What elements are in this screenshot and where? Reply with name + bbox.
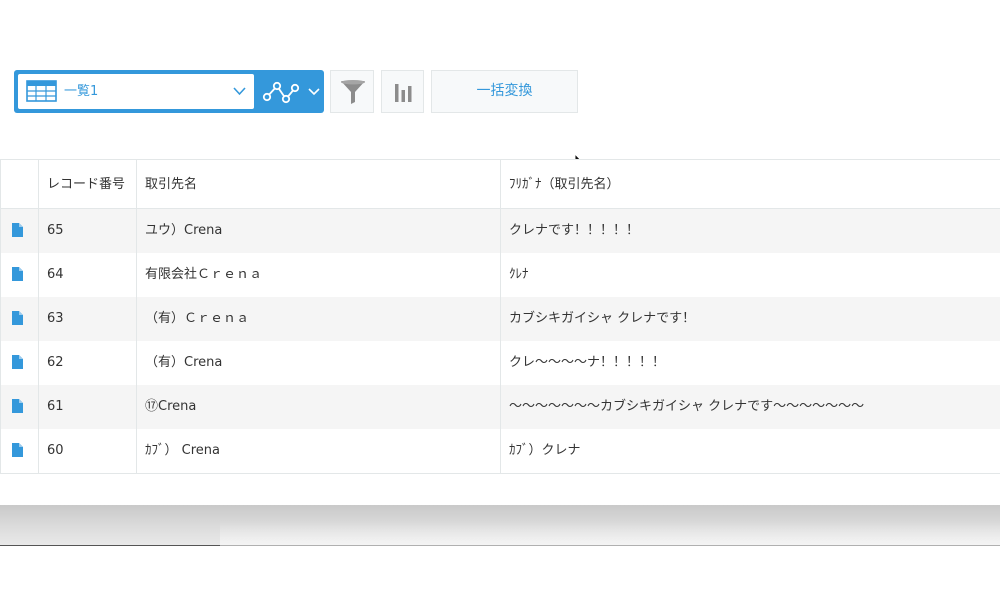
table-row: 65 ユウ）Crena クレナです！！！！！ — [0, 209, 1000, 253]
company-kana-cell: ｶﾌﾞ）クレナ — [509, 443, 581, 458]
record-number-cell: 61 — [39, 385, 137, 429]
view-select-dropdown[interactable]: 一覧1 — [18, 74, 254, 109]
record-detail-cell[interactable] — [0, 385, 39, 429]
company-name-cell: 有限会社Ｃｒｅｎａ — [137, 253, 501, 297]
chevron-down-icon — [233, 87, 246, 96]
graph-menu-button[interactable] — [258, 74, 320, 109]
document-icon[interactable] — [12, 267, 23, 281]
header-company-name[interactable]: 取引先名 — [137, 160, 501, 208]
bulk-convert-button[interactable]: 一括変換 — [431, 70, 578, 113]
header-cell-icon — [0, 160, 39, 208]
company-name-cell: ユウ）Crena — [137, 209, 501, 253]
company-kana-cell: 〜〜〜〜〜〜〜カブシキガイシャ クレナです〜〜〜〜〜〜〜 — [509, 399, 865, 414]
table-row: 64 有限会社Ｃｒｅｎａ ｸﾚﾅ — [0, 253, 1000, 297]
record-number-cell: 60 — [39, 429, 137, 473]
company-name-cell: ｶﾌﾞ） Crena — [137, 429, 501, 473]
header-company-kana[interactable]: ﾌﾘｶﾞﾅ（取引先名） — [501, 160, 1000, 208]
graph-icon — [262, 81, 300, 104]
company-name-cell: ⑰Crena — [137, 385, 501, 429]
record-number-cell: 62 — [39, 341, 137, 385]
document-icon[interactable] — [12, 443, 23, 457]
record-number-cell: 64 — [39, 253, 137, 297]
company-kana-cell: クレナです！！！！！ — [509, 223, 640, 238]
table-row: 62 （有）Crena クレ〜〜〜〜ナ！！！！！ — [0, 341, 1000, 385]
table-row: 61 ⑰Crena 〜〜〜〜〜〜〜カブシキガイシャ クレナです〜〜〜〜〜〜〜 — [0, 385, 1000, 429]
record-number-cell: 63 — [39, 297, 137, 341]
chevron-down-icon — [308, 88, 320, 96]
document-icon[interactable] — [12, 311, 23, 325]
header-record-number[interactable]: レコード番号 — [39, 160, 137, 208]
table-row: 63 （有）Ｃｒｅｎａ カブシキガイシャ クレナです！ — [0, 297, 1000, 341]
bottom-bar — [0, 505, 1000, 546]
company-kana-cell: カブシキガイシャ クレナです！ — [509, 311, 696, 326]
record-detail-cell[interactable] — [0, 253, 39, 297]
view-selector-group: 一覧1 — [14, 70, 324, 113]
company-kana-cell: クレ〜〜〜〜ナ！！！！！ — [509, 355, 666, 370]
view-name: 一覧1 — [64, 84, 99, 99]
table-row: 60 ｶﾌﾞ） Crena ｶﾌﾞ）クレナ — [0, 429, 1000, 473]
record-list-table: レコード番号 取引先名 ﾌﾘｶﾞﾅ（取引先名） 65 ユウ）Crena クレナで… — [0, 159, 1000, 474]
company-kana-cell: ｸﾚﾅ — [509, 267, 529, 282]
record-number-cell: 65 — [39, 209, 137, 253]
record-detail-cell[interactable] — [0, 341, 39, 385]
filter-button[interactable] — [330, 70, 374, 113]
filter-icon — [341, 80, 365, 104]
bottom-bar-shade — [220, 521, 1000, 546]
company-name-cell: （有）Ｃｒｅｎａ — [137, 297, 501, 341]
company-name-cell: （有）Crena — [137, 341, 501, 385]
document-icon[interactable] — [12, 223, 23, 237]
record-detail-cell[interactable] — [0, 429, 39, 473]
bar-chart-icon — [395, 84, 412, 102]
record-detail-cell[interactable] — [0, 297, 39, 341]
table-header-row: レコード番号 取引先名 ﾌﾘｶﾞﾅ（取引先名） — [0, 160, 1000, 209]
document-icon[interactable] — [12, 399, 23, 413]
chart-button[interactable] — [381, 70, 424, 113]
document-icon[interactable] — [12, 355, 23, 369]
table-view-icon — [26, 80, 57, 102]
record-detail-cell[interactable] — [0, 209, 39, 253]
